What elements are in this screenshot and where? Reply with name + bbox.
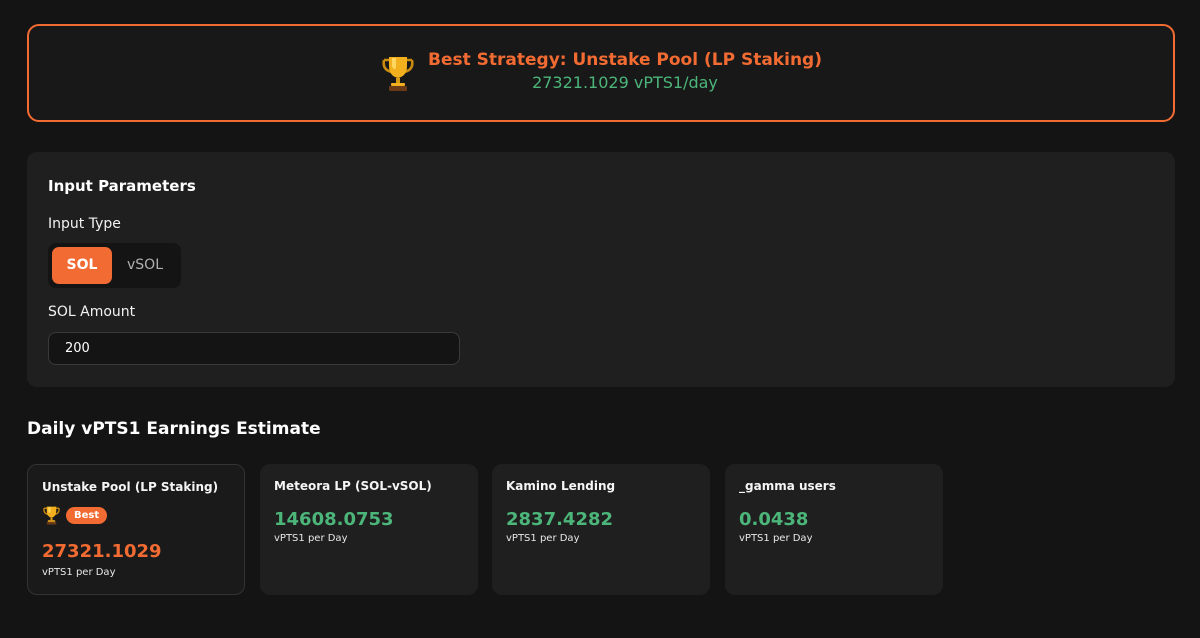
- strategy-name: Meteora LP (SOL-vSOL): [274, 479, 432, 493]
- sol-toggle-button[interactable]: SOL: [52, 247, 112, 284]
- best-badge: Best: [66, 506, 108, 524]
- strategy-unit: vPTS1 per Day: [42, 567, 116, 578]
- vsol-toggle-button[interactable]: vSOL: [114, 247, 176, 284]
- best-strategy-title: Best Strategy: Unstake Pool (LP Staking): [428, 50, 822, 70]
- strategy-value: 27321.1029: [42, 541, 162, 562]
- panel-title: Input Parameters: [48, 177, 196, 195]
- strategy-card-kamino-lending[interactable]: Kamino Lending 2837.4282 vPTS1 per Day: [492, 464, 710, 595]
- strategy-name: _gamma users: [739, 479, 836, 493]
- input-type-toggle: SOL vSOL: [48, 243, 181, 288]
- sol-amount-label: SOL Amount: [48, 304, 136, 320]
- strategy-value: 14608.0753: [274, 509, 394, 530]
- strategy-unit: vPTS1 per Day: [274, 533, 348, 544]
- best-strategy-rate: 27321.1029 vPTS1/day: [532, 73, 718, 92]
- page: Best Strategy: Unstake Pool (LP Staking)…: [0, 0, 1200, 638]
- strategy-name: Kamino Lending: [506, 479, 616, 493]
- trophy-icon: [43, 506, 60, 525]
- trophy-icon: [382, 57, 414, 91]
- earnings-section-title: Daily vPTS1 Earnings Estimate: [27, 419, 321, 439]
- strategy-name: Unstake Pool (LP Staking): [42, 480, 219, 494]
- sol-amount-input[interactable]: [48, 332, 460, 365]
- strategy-value: 2837.4282: [506, 509, 614, 530]
- input-parameters-panel: Input Parameters Input Type SOL vSOL SOL…: [27, 152, 1175, 387]
- strategy-unit: vPTS1 per Day: [506, 533, 580, 544]
- strategy-card-unstake-pool[interactable]: Unstake Pool (LP Staking) Best 27321.102…: [27, 464, 245, 595]
- strategy-card-gamma-users[interactable]: _gamma users 0.0438 vPTS1 per Day: [725, 464, 943, 595]
- input-type-label: Input Type: [48, 216, 121, 232]
- strategy-card-meteora-lp[interactable]: Meteora LP (SOL-vSOL) 14608.0753 vPTS1 p…: [260, 464, 478, 595]
- strategy-unit: vPTS1 per Day: [739, 533, 813, 544]
- best-strategy-banner: Best Strategy: Unstake Pool (LP Staking)…: [27, 24, 1175, 122]
- strategy-value: 0.0438: [739, 509, 809, 530]
